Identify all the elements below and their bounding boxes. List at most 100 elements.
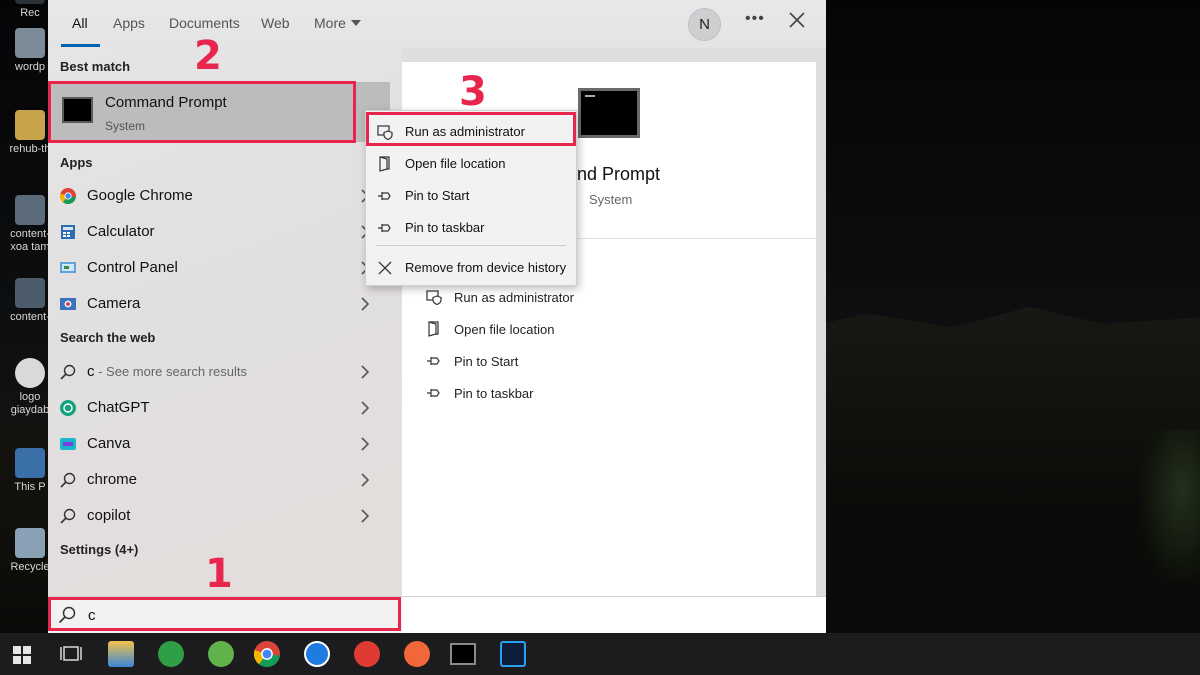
mountain-silhouette [780, 306, 1200, 633]
menu-item-label: Remove from device history [405, 260, 567, 275]
zalo-icon[interactable] [304, 641, 330, 667]
step-number-3: 3 [459, 69, 487, 115]
step-number-2: 2 [194, 33, 222, 79]
tab-documents[interactable]: Documents [169, 15, 240, 31]
file-explorer-icon[interactable] [108, 641, 134, 667]
action-pin-to-start[interactable]: Pin to Start [426, 350, 726, 374]
tab-apps[interactable]: Apps [113, 15, 145, 31]
menu-item-pin-to-taskbar[interactable]: Pin to taskbar [366, 211, 576, 243]
search-tabs-bar: All Apps Documents Web More N ••• [48, 0, 826, 48]
tree-silhouette [1140, 430, 1200, 580]
desktop-icon-label: rehub-th [9, 143, 51, 155]
action-label: Pin to taskbar [454, 386, 534, 401]
task-view-icon[interactable] [60, 644, 82, 664]
file-location-icon [379, 156, 390, 172]
chevron-right-icon[interactable] [360, 437, 370, 451]
logo-file-icon [15, 358, 45, 388]
chevron-right-icon[interactable] [360, 297, 370, 311]
canva-icon [60, 438, 76, 450]
menu-item-label: Pin to Start [405, 188, 470, 203]
tab-more-label: More [314, 15, 346, 31]
photoshop-icon[interactable] [500, 641, 526, 667]
menu-item-label: Open file location [405, 156, 506, 171]
list-item-canva[interactable]: Canva [48, 426, 388, 462]
chevron-right-icon[interactable] [360, 401, 370, 415]
search-suffix: - See more search results [94, 364, 247, 379]
windows-start-icon[interactable] [12, 645, 32, 665]
chrome-icon [60, 188, 76, 204]
desktop-icon-label: logo giaydab [10, 391, 50, 416]
search-term: c [87, 363, 95, 380]
tab-more[interactable]: More [314, 15, 361, 31]
section-heading-search-web: Search the web [60, 330, 156, 345]
highlight-run-as-admin [366, 112, 576, 146]
file-icon [15, 28, 45, 58]
chevron-right-icon[interactable] [360, 509, 370, 523]
more-options-icon[interactable]: ••• [745, 10, 765, 28]
search-icon [60, 364, 76, 380]
action-run-as-administrator[interactable]: Run as administrator [426, 286, 726, 310]
pin-icon [378, 192, 391, 200]
action-open-file-location[interactable]: Open file location [426, 318, 726, 342]
menu-item-remove-from-history[interactable]: Remove from device history [366, 251, 576, 283]
file-location-icon [428, 321, 439, 337]
list-item-calculator[interactable]: Calculator [48, 214, 388, 250]
desktop-icon-label: Recycle [10, 561, 50, 573]
menu-item-label: Pin to taskbar [405, 220, 485, 235]
action-pin-to-taskbar[interactable]: Pin to taskbar [426, 382, 726, 406]
tab-all[interactable]: All [72, 15, 88, 31]
coccoc-browser-icon[interactable] [208, 641, 234, 667]
list-item-label: Camera [87, 295, 141, 312]
list-item-camera[interactable]: Camera [48, 286, 388, 322]
search-icon [60, 508, 76, 524]
list-item-control-panel[interactable]: Control Panel [48, 250, 388, 286]
media-player-icon[interactable] [404, 641, 430, 667]
list-item-label: Calculator [87, 223, 155, 240]
list-item-label: c - See more search results [87, 363, 247, 380]
step-number-1: 1 [205, 551, 233, 597]
list-item-copilot-search[interactable]: copilot [48, 498, 388, 534]
chevron-down-icon [350, 20, 361, 26]
highlight-best-match [48, 81, 356, 143]
list-item-web-search-c[interactable]: c - See more search results [48, 354, 388, 390]
highlight-search-box [48, 597, 401, 631]
desktop-icon-label: This P [14, 481, 46, 493]
close-icon[interactable] [788, 11, 806, 29]
avatar[interactable]: N [688, 8, 721, 41]
recycle-bin-icon [15, 528, 45, 558]
computer-icon [15, 448, 45, 478]
detail-subtitle: System [589, 192, 633, 207]
list-item-chrome-search[interactable]: chrome [48, 462, 388, 498]
command-prompt-taskbar-icon[interactable] [450, 643, 476, 665]
list-item-label: Google Chrome [87, 187, 193, 204]
desktop-icon-label: Rec [20, 7, 40, 19]
list-item-label: copilot [87, 507, 131, 524]
desktop-icon-label: wordp [15, 61, 45, 73]
taskbar [0, 633, 1200, 675]
chevron-right-icon[interactable] [360, 473, 370, 487]
action-label: Pin to Start [454, 354, 519, 369]
close-icon [378, 261, 392, 275]
messaging-app-icon[interactable] [158, 641, 184, 667]
list-item-google-chrome[interactable]: Google Chrome [48, 178, 388, 214]
chatgpt-icon [60, 400, 76, 416]
folder-icon [15, 110, 45, 140]
menu-item-pin-to-start[interactable]: Pin to Start [366, 179, 576, 211]
chrome-icon[interactable] [254, 641, 280, 667]
desktop-icon-label: content- xoa tam [10, 228, 50, 253]
menu-separator [376, 245, 566, 246]
profile-browser-icon[interactable] [354, 641, 380, 667]
command-prompt-large-icon [578, 88, 640, 138]
section-heading-best-match: Best match [60, 59, 131, 74]
pin-icon [427, 357, 440, 365]
active-tab-indicator [61, 44, 100, 47]
menu-item-open-file-location[interactable]: Open file location [366, 147, 576, 179]
section-heading-settings[interactable]: Settings (4+) [60, 542, 138, 557]
chevron-right-icon[interactable] [360, 365, 370, 379]
pin-icon [427, 389, 440, 397]
list-item-chatgpt[interactable]: ChatGPT [48, 390, 388, 426]
calculator-icon [61, 225, 75, 239]
action-label: Run as administrator [454, 290, 574, 305]
search-icon [60, 472, 76, 488]
tab-web[interactable]: Web [261, 15, 290, 31]
